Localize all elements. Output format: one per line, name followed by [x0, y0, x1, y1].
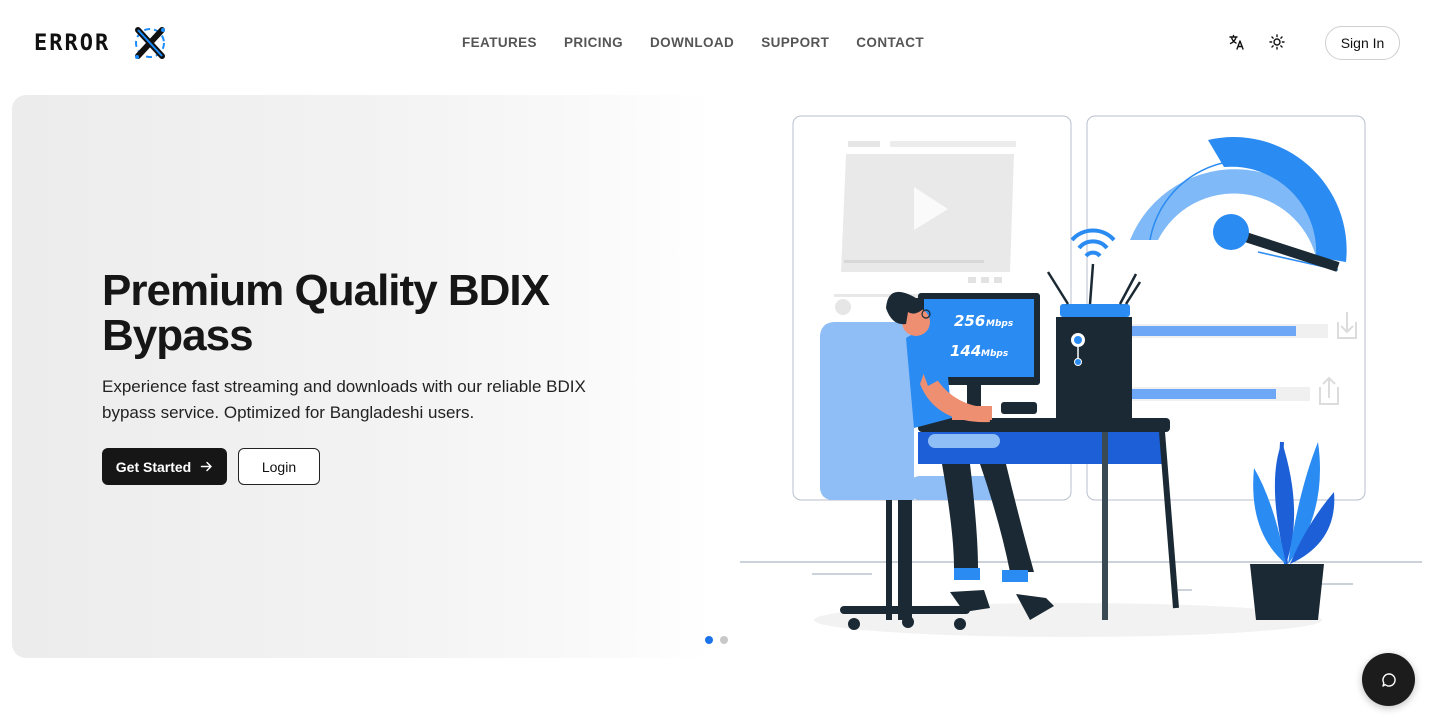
login-button[interactable]: Login	[238, 448, 320, 485]
logo-x-icon	[135, 27, 165, 59]
desk	[918, 418, 1170, 432]
plant-pot	[1250, 564, 1324, 620]
get-started-button[interactable]: Get Started	[102, 448, 227, 485]
nav-download[interactable]: DOWNLOAD	[650, 34, 734, 52]
pc-tower	[1056, 317, 1132, 424]
theme-toggle[interactable]	[1266, 31, 1288, 53]
hero-illustration: 256 Mbps 144 Mbps	[740, 115, 1422, 637]
translate-icon	[1229, 34, 1244, 50]
arrow-right-icon	[200, 461, 212, 472]
sun-icon	[1269, 34, 1285, 50]
get-started-label: Get Started	[115, 458, 192, 475]
carousel-indicators	[705, 636, 728, 644]
upload-speed-text: 144	[950, 342, 981, 360]
logo-text: ERROR	[34, 30, 111, 56]
logo[interactable]: ERROR	[34, 22, 168, 64]
nav-features[interactable]: FEATURES	[462, 34, 537, 52]
sign-in-button[interactable]: Sign In	[1325, 26, 1400, 60]
carousel-dot-2[interactable]	[720, 636, 728, 644]
chat-icon	[1381, 672, 1396, 687]
download-unit-text: Mbps	[986, 319, 1014, 329]
hero-subtitle: Experience fast streaming and downloads …	[102, 377, 586, 422]
site-header: ERROR FEATURES PRICING DOWNLOAD SUPPORT …	[0, 0, 1433, 86]
main-nav: FEATURES PRICING DOWNLOAD SUPPORT CONTAC…	[462, 34, 924, 52]
nav-support[interactable]: SUPPORT	[761, 34, 829, 52]
hero-title: Premium Quality BDIX Bypass	[102, 266, 550, 360]
download-bar	[1130, 326, 1296, 336]
language-button[interactable]	[1226, 31, 1248, 53]
upload-bar	[1130, 389, 1276, 399]
router	[1060, 304, 1130, 317]
nav-pricing[interactable]: PRICING	[564, 34, 623, 52]
download-speed-text: 256	[954, 312, 985, 330]
chat-button[interactable]	[1362, 653, 1415, 706]
upload-unit-text: Mbps	[981, 349, 1009, 359]
carousel-dot-1[interactable]	[705, 636, 713, 644]
nav-contact[interactable]: CONTACT	[856, 34, 924, 52]
